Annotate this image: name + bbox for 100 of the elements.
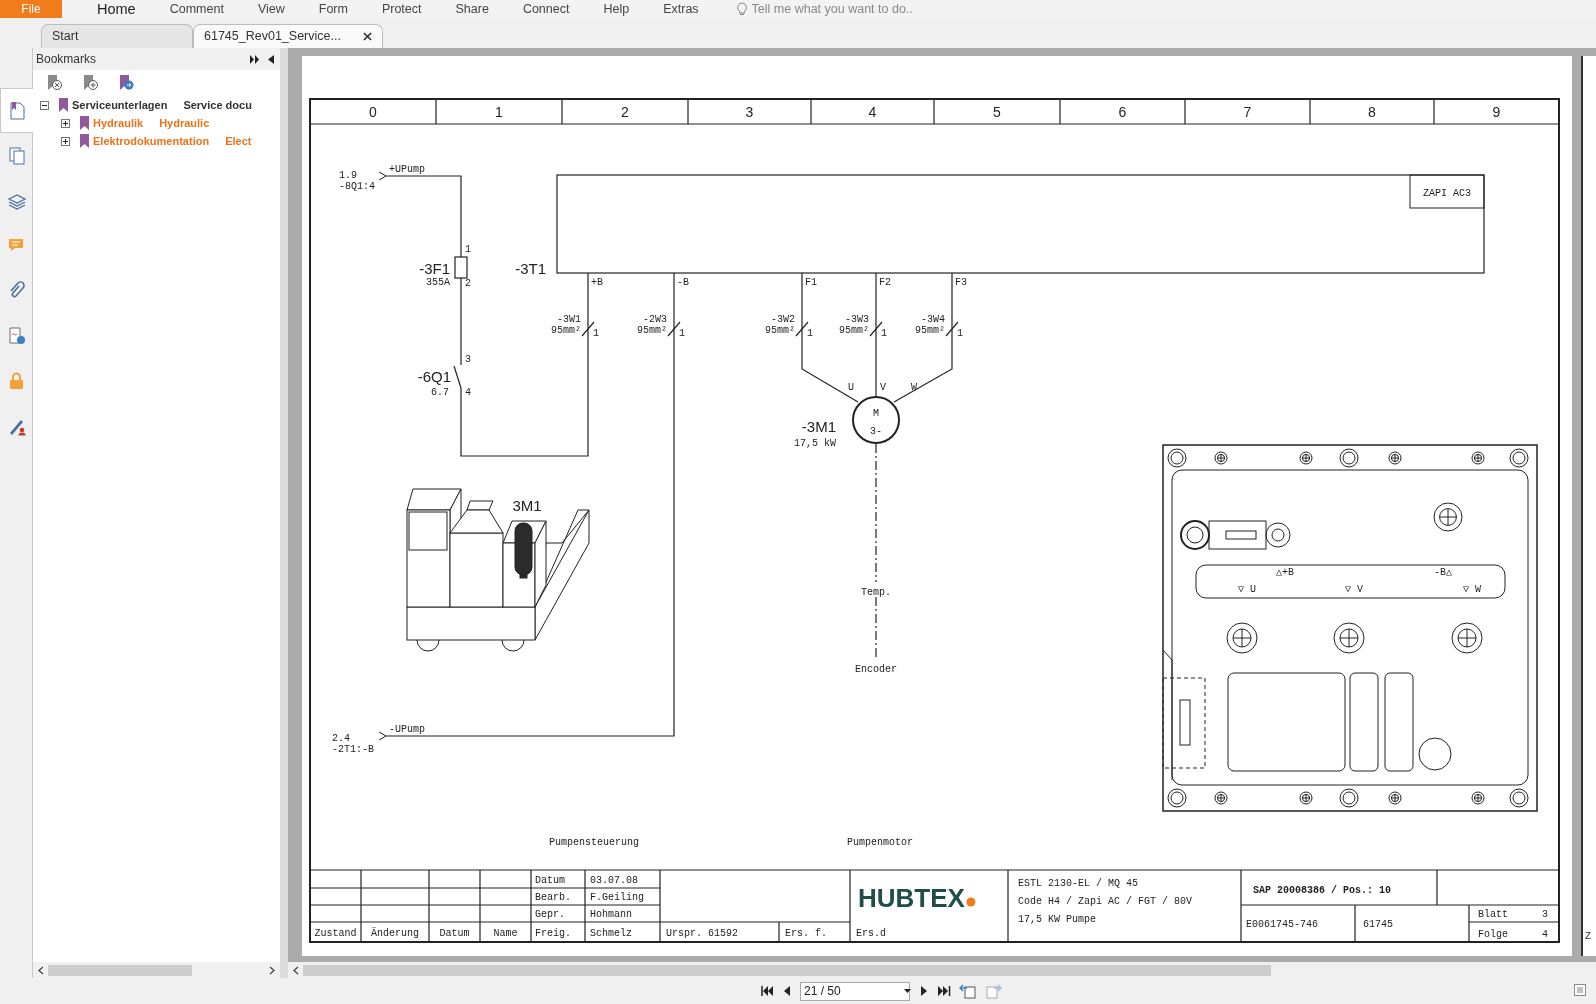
field-label: Freig.: [535, 928, 571, 939]
menu-item[interactable]: Share: [438, 0, 506, 18]
scroll-left-icon[interactable]: [37, 965, 44, 975]
cable-mark: [869, 321, 883, 337]
project-number: 61745: [1363, 919, 1393, 930]
expand-icon[interactable]: [61, 136, 70, 146]
menu-item[interactable]: View: [240, 0, 302, 18]
rating-label: 17,5 kW: [794, 438, 836, 449]
fuse-symbol: [454, 256, 468, 279]
drawing-number: E0061745-746: [1246, 919, 1318, 930]
cable-mark: [581, 321, 595, 337]
bookmark-icon: [80, 116, 89, 130]
field-value: Schmelz: [590, 928, 632, 939]
previous-page-icon[interactable]: [782, 985, 792, 997]
cable-label: 95mm²: [637, 325, 667, 336]
reference-label: 1.9: [339, 170, 357, 181]
cable-mark: [945, 321, 959, 337]
page-bookmark-icon[interactable]: [7, 100, 27, 121]
phase-label: ▽ W: [1463, 584, 1481, 595]
column-number: 9: [1492, 104, 1501, 120]
menu-item[interactable]: Extras: [646, 0, 716, 18]
description-line: Code H4 / Zapi AC / FGT / 80V: [1018, 896, 1193, 907]
motor-label: 3-: [870, 426, 882, 437]
close-icon[interactable]: [362, 32, 372, 41]
signature-icon[interactable]: [6, 325, 27, 346]
field-value: 03.07.08: [590, 875, 638, 886]
component-label: -3F1: [419, 260, 450, 277]
winding-label: U: [848, 382, 854, 393]
last-page-icon[interactable]: [937, 985, 951, 997]
field-label: Blatt: [1478, 909, 1508, 920]
scroll-left-icon[interactable]: [292, 965, 299, 975]
core-number: 1: [807, 328, 813, 339]
menu-item[interactable]: Protect: [364, 0, 439, 18]
document-tab[interactable]: Start: [41, 24, 193, 48]
double-arrow-icon[interactable]: [250, 54, 260, 64]
search-field[interactable]: Tell me what you want to do..: [751, 0, 972, 19]
document-tab[interactable]: 61745_Rev01_Service...: [193, 24, 383, 48]
component-label: -3M1: [801, 418, 836, 435]
cable-label: -3W2: [771, 314, 795, 325]
terminal-label: -B: [677, 277, 689, 288]
reference-label: -8Q1:4: [339, 181, 375, 192]
panel-icon[interactable]: [1574, 984, 1586, 996]
expand-icon[interactable]: [61, 118, 70, 128]
first-page-icon[interactable]: [760, 985, 774, 997]
pages-icon[interactable]: [6, 145, 27, 166]
scrollbar-thumb[interactable]: [303, 964, 1271, 976]
cable-label: 95mm²: [765, 325, 795, 336]
winding-label: W: [911, 382, 917, 393]
page-number-field[interactable]: 21 / 50: [800, 981, 910, 1001]
scroll-right-icon[interactable]: [269, 965, 276, 975]
field-value: Urspr. 61592: [666, 928, 738, 939]
pin-number: 1: [465, 244, 471, 255]
rating-label: 355A: [426, 277, 450, 288]
core-number: 1: [957, 328, 963, 339]
column-number: 7: [1243, 104, 1252, 120]
column-header: Name: [493, 928, 518, 939]
previous-view-icon[interactable]: [959, 983, 977, 999]
bookmarks-panel-button[interactable]: [0, 88, 33, 133]
field-label: Datum: [535, 875, 565, 886]
bookmark-item[interactable]: Serviceunterlagen: [72, 96, 168, 114]
company-logo: HUBTEX: [858, 883, 976, 913]
terminal-label: F3: [955, 277, 967, 288]
field-value: F.Geiling: [590, 892, 644, 903]
menu-item[interactable]: Comment: [152, 0, 241, 18]
field-label: Bearb.: [535, 892, 571, 903]
collapse-icon[interactable]: [40, 100, 49, 110]
menu-item[interactable]: Help: [586, 0, 647, 18]
phase-label: ▽ U: [1238, 584, 1256, 595]
signal-label: +UPump: [389, 164, 425, 175]
scrollbar-thumb[interactable]: [48, 964, 192, 976]
core-number: 1: [679, 328, 685, 339]
column-number: 5: [993, 104, 1001, 120]
page-text: Z: [1585, 931, 1592, 942]
bookmark-icon: [59, 98, 68, 112]
next-page-icon[interactable]: [919, 985, 929, 997]
bookmark-go-icon[interactable]: [117, 74, 135, 92]
left-triangle-icon[interactable]: [268, 54, 274, 64]
model-label: ZAPI AC3: [1423, 188, 1471, 199]
pin-number: 2: [465, 278, 471, 289]
cable-label: -3W4: [921, 314, 945, 325]
sap-number: SAP 20008386 / Pos.: 10: [1253, 885, 1392, 896]
column-number: 8: [1368, 104, 1376, 120]
column-header: Änderung: [371, 928, 419, 939]
cable-label: 95mm²: [915, 325, 945, 336]
bookmark-add-icon[interactable]: [81, 74, 99, 92]
field-label: Ers.d: [856, 928, 886, 939]
bookmark-delete-icon[interactable]: [45, 74, 63, 92]
bookmark-translation[interactable]: Service docu: [183, 96, 252, 114]
menu-item[interactable]: Form: [301, 0, 365, 18]
core-number: 1: [593, 328, 599, 339]
column-number: 1: [495, 104, 503, 120]
sensor-label: Encoder: [855, 664, 897, 675]
field-label: Folge: [1478, 929, 1508, 940]
switch-contact: [453, 365, 462, 389]
menu-item[interactable]: Home: [80, 0, 153, 18]
column-number: 4: [868, 104, 877, 120]
menu-item[interactable]: Connect: [505, 0, 587, 18]
column-number: 2: [621, 104, 629, 120]
signal-label: -UPump: [389, 724, 425, 735]
component-label: -3T1: [515, 260, 546, 277]
